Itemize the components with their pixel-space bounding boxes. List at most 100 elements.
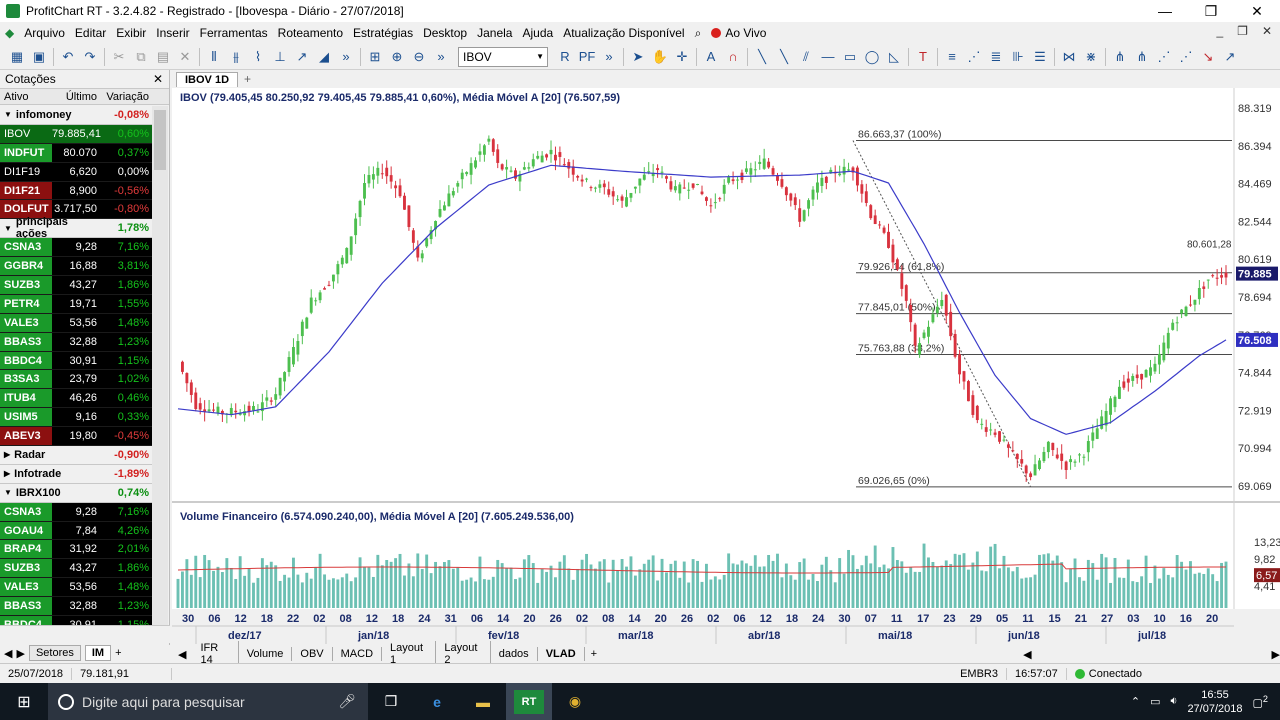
- quote-row[interactable]: ITUB4 46,26 0,46%: [0, 389, 152, 409]
- quote-row[interactable]: INDFUT 80.070 0,37%: [0, 143, 152, 163]
- menu-app-icon[interactable]: ◆: [0, 26, 19, 40]
- edge-icon[interactable]: e: [414, 683, 460, 720]
- pf-icon[interactable]: PF: [576, 46, 598, 68]
- tray-expand-icon[interactable]: ⌃: [1131, 695, 1140, 708]
- quote-row[interactable]: VALE3 53,56 1,48%: [0, 578, 152, 598]
- area-icon[interactable]: ◢: [313, 46, 335, 68]
- save-icon[interactable]: ▣: [28, 46, 50, 68]
- btab-macd[interactable]: MACD: [333, 647, 383, 661]
- bar-icon[interactable]: ⫵: [225, 46, 247, 68]
- start-button[interactable]: ⊞: [0, 683, 48, 720]
- btab-obv[interactable]: OBV: [292, 647, 333, 661]
- zoom-fit-icon[interactable]: ⊞: [364, 46, 386, 68]
- quote-row[interactable]: ABEV3 19,80 -0,45%: [0, 427, 152, 447]
- menu-ajuda[interactable]: Ajuda: [517, 26, 558, 40]
- arrow-icon[interactable]: ↗: [1219, 46, 1241, 68]
- renko-icon[interactable]: R: [554, 46, 576, 68]
- add-tab-icon[interactable]: +: [115, 647, 121, 659]
- quote-row[interactable]: SUZB3 43,27 1,86%: [0, 559, 152, 579]
- col-ultimo[interactable]: Último: [52, 91, 100, 103]
- live-indicator[interactable]: Ao Vivo: [706, 26, 771, 40]
- quote-row[interactable]: B3SA3 23,79 1,02%: [0, 370, 152, 390]
- col-ativo[interactable]: Ativo: [0, 91, 52, 103]
- menu-janela[interactable]: Janela: [472, 26, 517, 40]
- quote-row[interactable]: DI1F19 6,620 0,00%: [0, 162, 152, 182]
- quote-row[interactable]: BBAS3 32,88 1,23%: [0, 597, 152, 617]
- layout-icon[interactable]: ▦: [6, 46, 28, 68]
- chart-area[interactable]: IBOV (79.405,45 80.250,92 79.405,45 79.8…: [172, 88, 1280, 645]
- mdi-close-button[interactable]: ✕: [1262, 24, 1272, 38]
- text-tool-icon[interactable]: T: [912, 46, 934, 68]
- col-variacao[interactable]: Variação: [100, 91, 152, 103]
- menu-exibir[interactable]: Exibir: [111, 26, 151, 40]
- mic-icon[interactable]: 🎤︎: [338, 693, 356, 710]
- quote-row[interactable]: SUZB3 43,27 1,86%: [0, 276, 152, 295]
- quote-row[interactable]: VALE3 53,56 1,48%: [0, 313, 152, 333]
- symbol-select[interactable]: IBOV ▼: [458, 46, 548, 67]
- rect-tool-icon[interactable]: ▭: [839, 46, 861, 68]
- tab-setores[interactable]: Setores: [28, 645, 81, 661]
- tab-next-icon[interactable]: ▶: [16, 647, 24, 660]
- menu-roteamento[interactable]: Roteamento: [273, 26, 348, 40]
- text-icon[interactable]: A: [700, 46, 722, 68]
- collapse-icon[interactable]: ▼: [4, 224, 12, 233]
- quotes-hscroll[interactable]: [0, 625, 170, 643]
- menu-estrategias[interactable]: Estratégias: [348, 26, 418, 40]
- redo-icon[interactable]: ↷: [79, 46, 101, 68]
- expand-icon[interactable]: ▶: [4, 469, 10, 478]
- regression-icon[interactable]: ↘: [1197, 46, 1219, 68]
- quotes-scrollbar[interactable]: [152, 106, 168, 626]
- minimize-button[interactable]: —: [1142, 0, 1188, 22]
- btab-prev-icon[interactable]: ◀: [172, 648, 192, 661]
- quote-group[interactable]: ▼ IBRX100 0,74%: [0, 483, 152, 503]
- quote-group[interactable]: ▶ Infotrade -1,89%: [0, 464, 152, 484]
- notifications-icon[interactable]: ▢2: [1253, 694, 1269, 710]
- btab-dados[interactable]: dados: [491, 647, 538, 661]
- btab-vlad[interactable]: VLAD: [538, 647, 585, 661]
- close-button[interactable]: ✕: [1234, 0, 1280, 22]
- magnet-icon[interactable]: ∩: [722, 46, 744, 68]
- quote-group[interactable]: ▶ Radar -0,90%: [0, 446, 152, 465]
- quote-row[interactable]: DI1F21 8,900 -0,56%: [0, 181, 152, 201]
- more-icon[interactable]: »: [335, 46, 357, 68]
- collapse-icon[interactable]: ▼: [4, 110, 12, 119]
- chrome-icon[interactable]: ◉: [552, 683, 598, 720]
- copy-icon[interactable]: ⧉: [130, 46, 152, 68]
- cursor-icon[interactable]: ➤: [627, 46, 649, 68]
- menu-arquivo[interactable]: Arquivo: [19, 26, 70, 40]
- quote-row[interactable]: USIM5 9,16 0,33%: [0, 408, 152, 428]
- task-view-icon[interactable]: ❒: [368, 683, 414, 720]
- zoom-out-icon[interactable]: ⊖: [408, 46, 430, 68]
- taskbar-search[interactable]: Digite aqui para pesquisar 🎤︎: [48, 683, 368, 720]
- hline-tool-icon[interactable]: —: [817, 46, 839, 68]
- quote-row[interactable]: GGBR4 16,88 3,81%: [0, 257, 152, 277]
- profitchart-taskbar-icon[interactable]: RT: [506, 683, 552, 720]
- tray-clock[interactable]: 16:55 27/07/2018: [1187, 688, 1242, 716]
- pitchfork-icon[interactable]: ⋔: [1109, 46, 1131, 68]
- hscroll-left-icon[interactable]: ◀: [1023, 648, 1031, 661]
- more3-icon[interactable]: »: [598, 46, 620, 68]
- pin-icon[interactable]: ⊥: [269, 46, 291, 68]
- paste-icon[interactable]: ▤: [152, 46, 174, 68]
- menu-ferramentas[interactable]: Ferramentas: [195, 26, 273, 40]
- hand-icon[interactable]: ✋: [649, 46, 671, 68]
- volume-icon[interactable]: 🔉︎: [1171, 695, 1178, 708]
- quote-row[interactable]: BBDC4 30,91 1,15%: [0, 351, 152, 371]
- quote-row[interactable]: BBAS3 32,88 1,23%: [0, 332, 152, 352]
- fib-time-icon[interactable]: ⊪: [1007, 46, 1029, 68]
- delete-icon[interactable]: ✕: [174, 46, 196, 68]
- network-icon[interactable]: ▭: [1150, 695, 1160, 708]
- ellipse-tool-icon[interactable]: ◯: [861, 46, 883, 68]
- quote-row[interactable]: CSNA3 9,28 7,16%: [0, 502, 152, 522]
- hscroll-right-icon[interactable]: ▶: [1272, 648, 1280, 661]
- quote-row[interactable]: GOAU4 7,84 4,26%: [0, 521, 152, 541]
- line-tool-icon[interactable]: ╲: [751, 46, 773, 68]
- speed-icon[interactable]: ⋰: [1153, 46, 1175, 68]
- zoom-in-icon[interactable]: ⊕: [386, 46, 408, 68]
- fib-retracement-icon[interactable]: ≡: [941, 46, 963, 68]
- cut-icon[interactable]: ✂: [108, 46, 130, 68]
- gann-fan-icon[interactable]: ⋇: [1080, 46, 1102, 68]
- mdi-restore-button[interactable]: ❐: [1237, 24, 1248, 38]
- maximize-button[interactable]: ❐: [1188, 0, 1234, 22]
- tab-prev-icon[interactable]: ◀: [4, 647, 12, 660]
